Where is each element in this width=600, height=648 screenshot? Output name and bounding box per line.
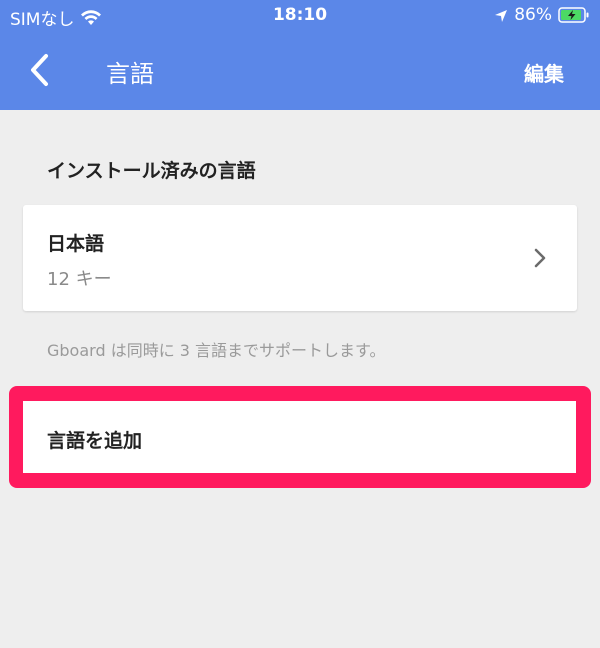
edit-button[interactable]: 編集 <box>524 58 564 87</box>
chevron-right-icon <box>533 247 547 269</box>
page-title: 言語 <box>106 60 154 88</box>
add-language-label: 言語を追加 <box>47 430 143 452</box>
status-bar: SIMなし 18:10 86% <box>0 0 600 32</box>
language-name: 日本語 <box>47 233 105 255</box>
language-item-japanese[interactable]: 日本語 12 キー <box>23 205 577 311</box>
support-note: Gboard は同時に 3 言語までサポートします。 <box>47 341 386 360</box>
app-header: SIMなし 18:10 86% 言語 編集 <box>0 0 600 110</box>
language-layout-detail: 12 キー <box>47 269 112 290</box>
installed-languages-heading: インストール済みの言語 <box>47 160 256 182</box>
back-button[interactable] <box>26 52 56 88</box>
add-language-button[interactable]: 言語を追加 <box>23 401 576 473</box>
status-right: 86% <box>494 5 590 25</box>
location-arrow-icon <box>494 8 508 22</box>
battery-charging-icon <box>558 7 590 23</box>
chevron-left-icon <box>26 54 56 92</box>
battery-percent: 86% <box>514 5 552 25</box>
